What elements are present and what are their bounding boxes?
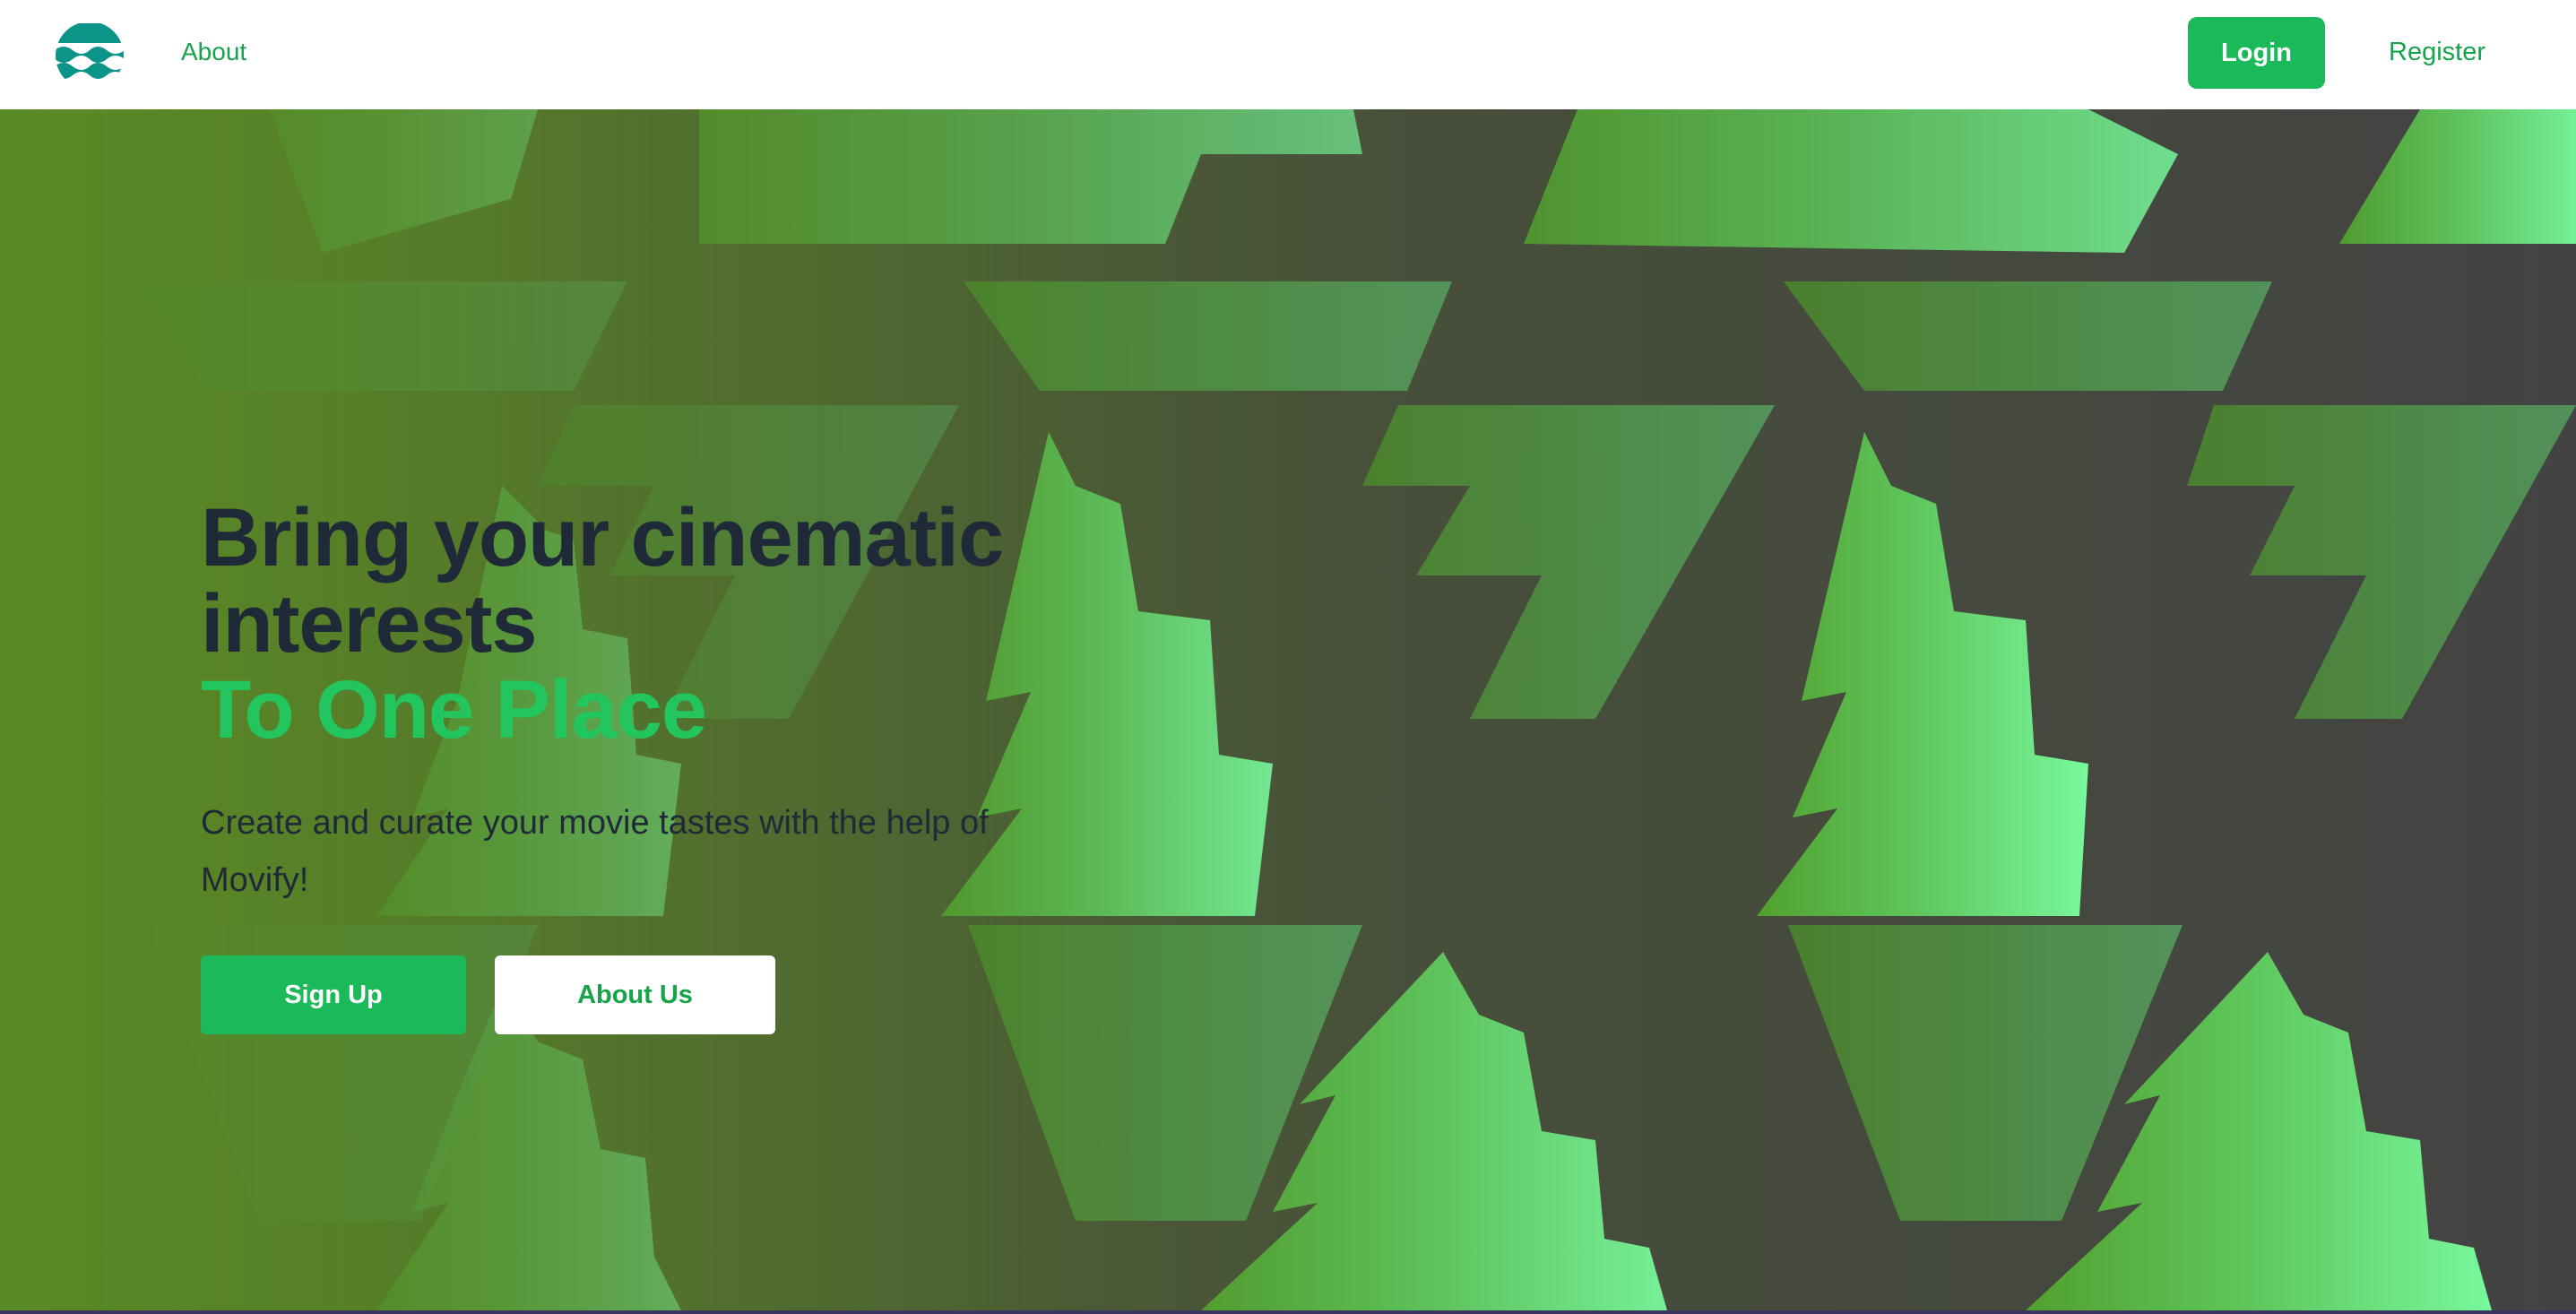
page: About Login Register Bring your cinemati… — [0, 0, 2576, 1310]
headline-line-1: Bring your cinematic — [201, 492, 1004, 584]
about-us-button[interactable]: About Us — [495, 955, 775, 1034]
headline-line-2: interests — [201, 578, 537, 670]
hero-headline: Bring your cinematic interests To One Pl… — [201, 495, 1097, 753]
hero-section: Bring your cinematic interests To One Pl… — [0, 109, 2576, 1310]
nav-about-link[interactable]: About — [181, 34, 246, 70]
login-button[interactable]: Login — [2188, 17, 2325, 89]
hero-content: Bring your cinematic interests To One Pl… — [201, 495, 1097, 1034]
navbar: About Login Register — [0, 0, 2576, 109]
cta-row: Sign Up About Us — [201, 955, 1097, 1034]
headline-accent: To One Place — [201, 664, 707, 756]
register-link[interactable]: Register — [2389, 34, 2485, 70]
hero-subtitle: Create and curate your movie tastes with… — [201, 804, 989, 899]
sign-up-button[interactable]: Sign Up — [201, 955, 466, 1034]
waves-logo-icon[interactable] — [55, 23, 125, 84]
